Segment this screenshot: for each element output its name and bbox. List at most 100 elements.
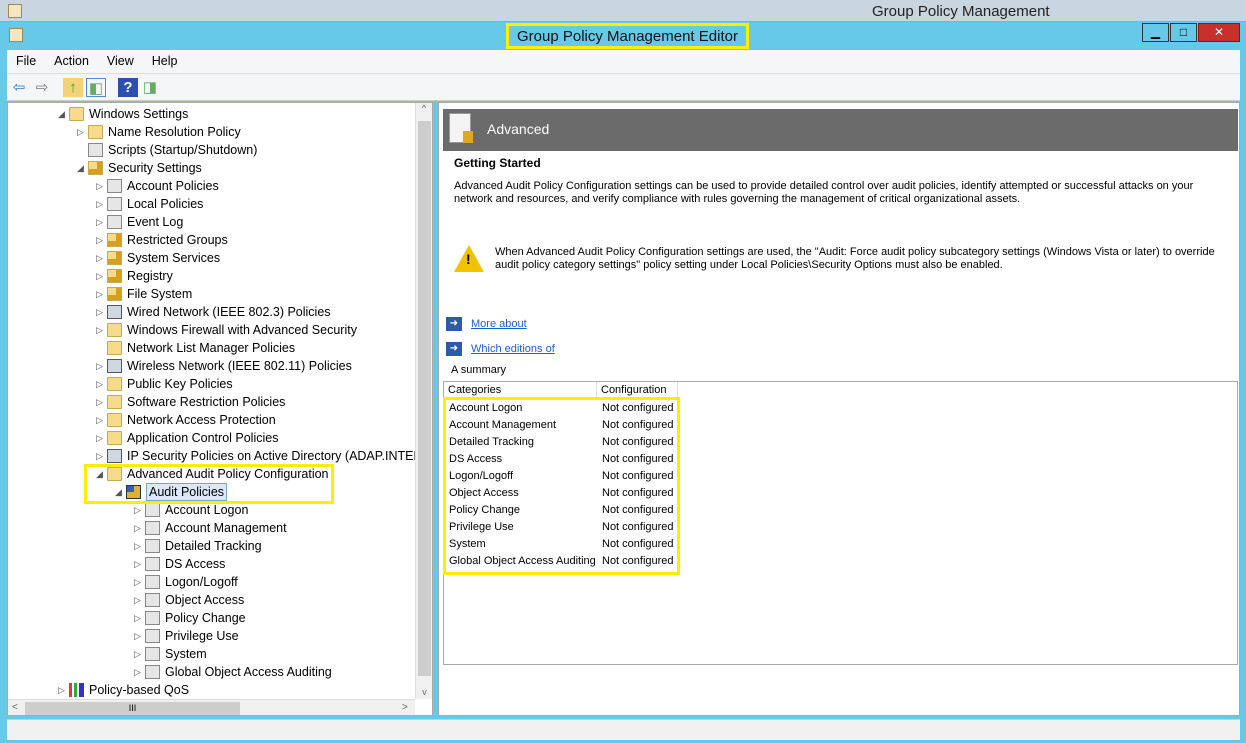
tree-item-label[interactable]: Privilege Use	[165, 627, 239, 645]
expand-arrow-icon[interactable]: ▷	[96, 177, 106, 195]
expand-arrow-icon[interactable]: ▷	[96, 357, 106, 375]
tree-item-label[interactable]: System	[165, 645, 207, 663]
expand-arrow-icon[interactable]: ▷	[96, 267, 106, 285]
doc-icon	[145, 557, 160, 571]
expand-arrow-icon[interactable]: ▷	[134, 555, 144, 573]
expand-arrow-icon[interactable]: ▷	[96, 231, 106, 249]
vertical-scrollbar[interactable]: ^ v	[415, 103, 432, 699]
menu-action[interactable]: Action	[45, 50, 98, 68]
tree-item-label[interactable]: System Services	[127, 249, 220, 267]
expand-arrow-icon[interactable]: ▷	[134, 573, 144, 591]
tree-item-label[interactable]: Logon/Logoff	[165, 573, 238, 591]
expand-arrow-icon[interactable]: ▷	[134, 537, 144, 555]
editor-app-icon[interactable]	[9, 28, 23, 42]
tree-item-label[interactable]: Policy-based QoS	[89, 681, 189, 699]
tree-item-label[interactable]: Windows Settings	[89, 105, 188, 123]
help-icon[interactable]: ?	[118, 78, 138, 97]
highlight-box	[84, 464, 334, 504]
tree-item-label[interactable]: Account Management	[165, 519, 287, 537]
expand-arrow-icon[interactable]: ▷	[58, 681, 68, 699]
tree-item-label[interactable]: Windows Firewall with Advanced Security	[127, 321, 357, 339]
which-editions-link[interactable]: ➜ Which editions of	[446, 342, 555, 356]
more-about-link[interactable]: ➜ More about	[446, 317, 527, 331]
expand-arrow-icon[interactable]: ▷	[96, 213, 106, 231]
expand-arrow-icon[interactable]: ▷	[96, 303, 106, 321]
tree-item-label[interactable]: Policy Change	[165, 609, 246, 627]
tree-item-label[interactable]: Object Access	[165, 591, 244, 609]
tree-item-label[interactable]: Local Policies	[127, 195, 203, 213]
arrow-icon: ➜	[446, 342, 462, 356]
tree-item-label[interactable]: Public Key Policies	[127, 375, 233, 393]
scroll-left-button[interactable]: <	[12, 702, 18, 713]
doc-icon	[145, 503, 160, 517]
expand-arrow-icon[interactable]: ▷	[96, 411, 106, 429]
expand-arrow-icon[interactable]: ▷	[96, 447, 106, 465]
tree-item-label[interactable]: DS Access	[165, 555, 225, 573]
expand-arrow-icon[interactable]: ▷	[96, 429, 106, 447]
up-folder-icon[interactable]: ↑	[63, 78, 83, 97]
expand-arrow-icon[interactable]: ▷	[134, 591, 144, 609]
tree-item-label[interactable]: IP Security Policies on Active Directory…	[127, 447, 432, 465]
expand-arrow-icon[interactable]: ▷	[96, 195, 106, 213]
net-icon	[107, 449, 122, 463]
expand-arrow-icon[interactable]: ▷	[96, 321, 106, 339]
forward-icon[interactable]: ⇨	[32, 78, 52, 97]
folder-icon	[107, 341, 122, 355]
tree-item-label[interactable]: Wireless Network (IEEE 802.11) Policies	[127, 357, 352, 375]
expand-arrow-icon[interactable]: ▷	[96, 285, 106, 303]
menu-file[interactable]: File	[7, 50, 45, 68]
expand-arrow-icon[interactable]: ▷	[96, 249, 106, 267]
tree-item-label[interactable]: Software Restriction Policies	[127, 393, 285, 411]
tree-item-label[interactable]: Network List Manager Policies	[127, 339, 295, 357]
tree-item-label[interactable]: Account Policies	[127, 177, 219, 195]
menu-help[interactable]: Help	[143, 50, 187, 68]
expand-arrow-icon[interactable]: ▷	[134, 519, 144, 537]
folder-icon	[107, 377, 122, 391]
console-tree: ◢ Windows Settings ▷ Name Resolution Policy…	[7, 102, 433, 716]
details-pane: Advanced Getting Started Advanced Audit …	[438, 102, 1240, 716]
tree-item-label[interactable]: Security Settings	[108, 159, 202, 177]
tree-item-label[interactable]: File System	[127, 285, 192, 303]
close-button[interactable]: ✕	[1198, 23, 1240, 42]
expand-arrow-icon[interactable]: ▷	[96, 375, 106, 393]
net-icon	[107, 305, 122, 319]
doc-icon	[145, 665, 160, 679]
action-pane-icon[interactable]: ◨	[140, 78, 160, 97]
horizontal-scroll-thumb[interactable]: III	[25, 702, 240, 715]
expand-arrow-icon[interactable]: ▷	[96, 393, 106, 411]
tree-item-label[interactable]: Restricted Groups	[127, 231, 228, 249]
menu-view[interactable]: View	[98, 50, 143, 68]
expand-arrow-icon[interactable]: ▷	[134, 663, 144, 681]
vertical-scroll-thumb[interactable]	[418, 121, 431, 676]
scroll-up-button[interactable]: ^	[416, 103, 432, 113]
tree-item-label[interactable]: Application Control Policies	[127, 429, 278, 447]
gpm-app-icon	[8, 4, 22, 18]
maximize-button[interactable]: □	[1170, 23, 1197, 42]
collapse-arrow-icon[interactable]: ◢	[58, 105, 68, 123]
tree-item-label[interactable]: Scripts (Startup/Shutdown)	[108, 141, 257, 159]
expand-arrow-icon[interactable]: ▷	[77, 123, 87, 141]
tree-item-label[interactable]: Network Access Protection	[127, 411, 276, 429]
expand-arrow-icon[interactable]: ▷	[134, 645, 144, 663]
scroll-right-button[interactable]: >	[402, 702, 408, 713]
expand-arrow-icon[interactable]: ▷	[134, 627, 144, 645]
back-icon[interactable]: ⇦	[9, 78, 29, 97]
scroll-down-button[interactable]: v	[416, 687, 432, 697]
tree-item-label[interactable]: Registry	[127, 267, 173, 285]
tree-item-label[interactable]: Detailed Tracking	[165, 537, 262, 555]
lockfolder-icon	[107, 233, 122, 247]
window-title: Group Policy Management Editor	[506, 23, 749, 49]
doc-icon	[145, 593, 160, 607]
tree-item-label[interactable]: Global Object Access Auditing	[165, 663, 332, 681]
tree-item-label[interactable]: Name Resolution Policy	[108, 123, 241, 141]
folder-icon	[107, 413, 122, 427]
tree-item-label[interactable]: Wired Network (IEEE 802.3) Policies	[127, 303, 331, 321]
minimize-button[interactable]: ▁	[1142, 23, 1169, 42]
show-hide-tree-icon[interactable]: ◧	[86, 78, 106, 97]
expand-arrow-icon[interactable]: ▷	[134, 609, 144, 627]
horizontal-scrollbar[interactable]: < III >	[8, 699, 415, 715]
warning-text: When Advanced Audit Policy Configuration…	[495, 246, 1215, 271]
doc-icon	[88, 143, 103, 157]
tree-item-label[interactable]: Event Log	[127, 213, 183, 231]
collapse-arrow-icon[interactable]: ◢	[77, 159, 87, 177]
